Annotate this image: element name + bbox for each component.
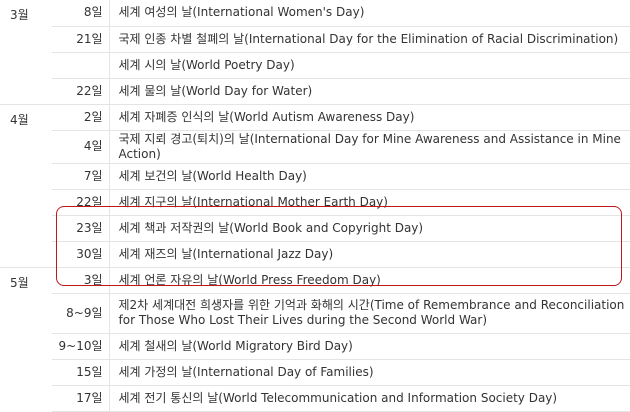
month-cell: 3월	[10, 8, 29, 22]
table-row: 17일 세계 전기 통신의 날(World Telecommunication …	[0, 385, 630, 412]
description-cell: 세계 전기 통신의 날(World Telecommunication and …	[109, 385, 630, 412]
day-cell: 23일	[52, 215, 110, 242]
description-cell: 국제 인종 차별 철폐의 날(International Day for the…	[109, 26, 630, 53]
description-cell: 국제 지뢰 경고(퇴치)의 날(International Day for Mi…	[109, 130, 630, 164]
day-cell: 22일	[52, 189, 110, 216]
day-cell: 9~10일	[52, 333, 110, 360]
description-cell: 세계 지구의 날(International Mother Earth Day)	[109, 189, 630, 216]
table-row: 9~10일 세계 철새의 날(World Migratory Bird Day)	[0, 333, 630, 360]
table-row: 22일 세계 지구의 날(International Mother Earth …	[0, 189, 630, 216]
table-row: 23일 세계 책과 저작권의 날(World Book and Copyrigh…	[0, 215, 630, 242]
month-cell: 4월	[0, 103, 52, 267]
table-row: 3월 8일 세계 여성의 날(International Women's Day…	[0, 0, 630, 27]
day-cell: 15일	[52, 359, 110, 386]
day-cell: 3일	[52, 267, 110, 294]
description-cell: 세계 보건의 날(World Health Day)	[109, 163, 630, 190]
day-cell	[52, 52, 110, 79]
description-cell: 세계 언론 자유의 날(World Press Freedom Day)	[109, 267, 630, 294]
table-row: 21일 국제 인종 차별 철폐의 날(International Day for…	[0, 26, 630, 53]
table-row: 22일 세계 물의 날(World Day for Water)	[0, 78, 630, 105]
table-row: 30일 세계 재즈의 날(International Jazz Day)	[0, 241, 630, 268]
table-row: 세계 시의 날(World Poetry Day)	[0, 52, 630, 79]
observance-table: 3월 8일 세계 여성의 날(International Women's Day…	[0, 0, 630, 412]
description-cell: 제2차 세계대전 희생자를 위한 기억과 화해의 시간(Time of Reme…	[109, 293, 630, 334]
table-row: 4월 2일 세계 자폐증 인식의 날(World Autism Awarenes…	[0, 103, 630, 267]
day-cell: 30일	[52, 241, 110, 268]
day-cell: 8~9일	[52, 293, 110, 334]
description-cell: 세계 재즈의 날(International Jazz Day)	[109, 241, 630, 268]
description-cell: 세계 철새의 날(World Migratory Bird Day)	[109, 333, 630, 360]
month-cell: 5월	[0, 266, 52, 411]
day-cell: 17일	[52, 385, 110, 412]
table-row: 4일 국제 지뢰 경고(퇴치)의 날(International Day for…	[0, 130, 630, 164]
day-cell: 21일	[52, 26, 110, 53]
description-cell: 세계 책과 저작권의 날(World Book and Copyright Da…	[109, 215, 630, 242]
table-body: 3월 8일 세계 여성의 날(International Women's Day…	[0, 0, 630, 412]
table-row: 5월 3일 세계 언론 자유의 날(World Press Freedom Da…	[0, 266, 630, 411]
table-row: 8~9일 제2차 세계대전 희생자를 위한 기억과 화해의 시간(Time of…	[0, 293, 630, 334]
day-cell: 2일	[52, 104, 110, 131]
day-cell: 22일	[52, 78, 110, 105]
day-cell: 7일	[52, 163, 110, 190]
day-cell: 4일	[52, 130, 110, 164]
description-cell: 세계 여성의 날(International Women's Day)	[109, 0, 630, 27]
description-cell: 세계 가정의 날(International Day of Families)	[109, 359, 630, 386]
description-cell: 세계 물의 날(World Day for Water)	[109, 78, 630, 105]
day-cell: 8일	[52, 0, 110, 27]
description-cell: 세계 시의 날(World Poetry Day)	[109, 52, 630, 79]
description-cell: 세계 자폐증 인식의 날(World Autism Awareness Day)	[109, 104, 630, 131]
table-row: 7일 세계 보건의 날(World Health Day)	[0, 163, 630, 190]
table-row: 15일 세계 가정의 날(International Day of Famili…	[0, 359, 630, 386]
